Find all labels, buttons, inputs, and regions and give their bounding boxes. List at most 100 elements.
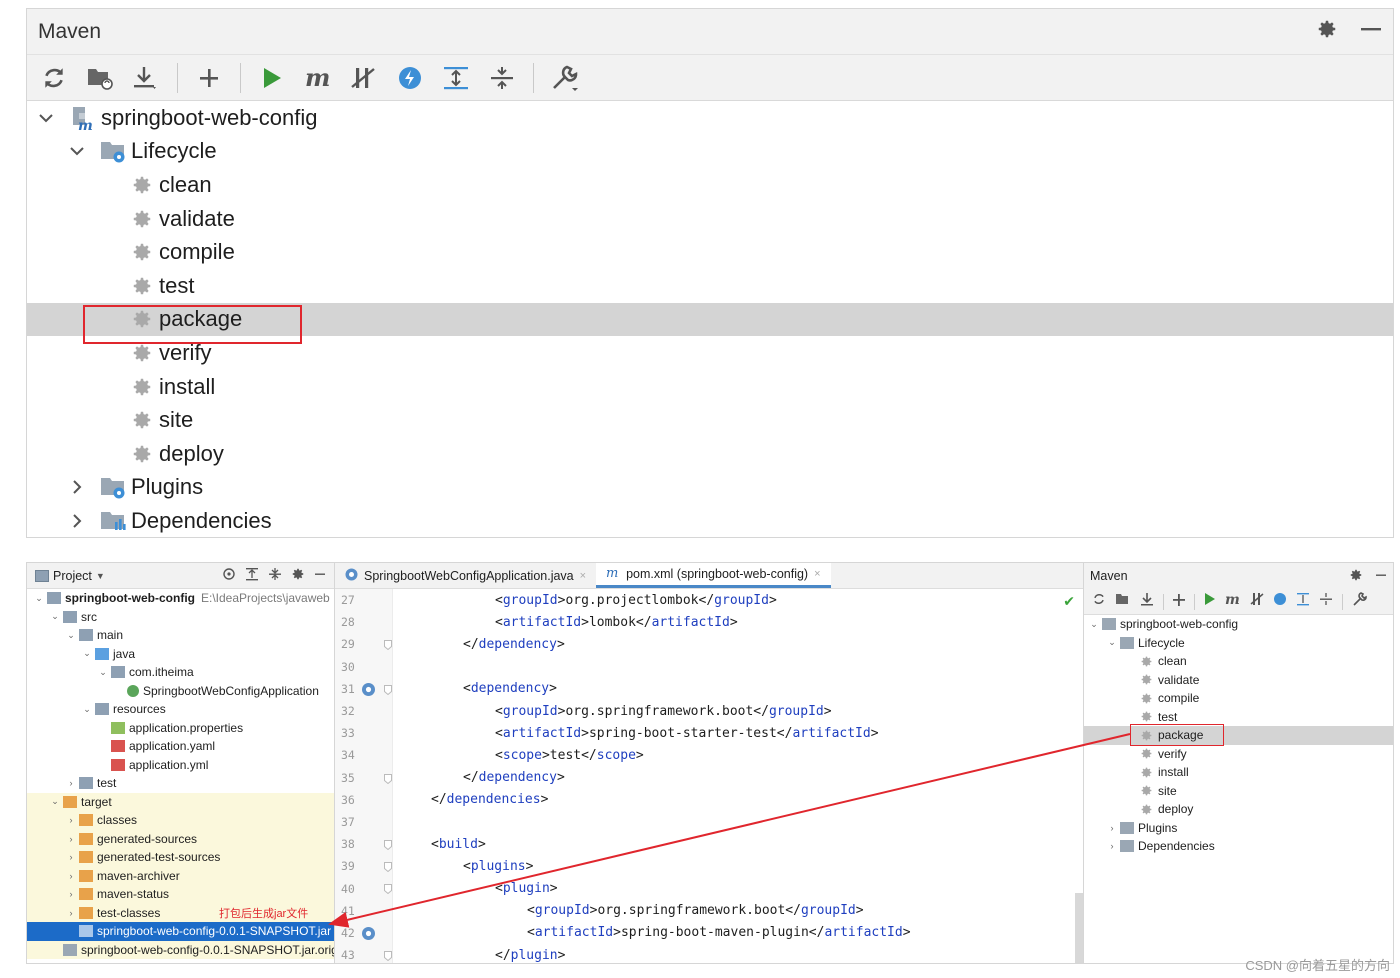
project-tree-row[interactable]: application.yml: [27, 756, 334, 775]
gutter-run-icon[interactable]: [361, 682, 376, 700]
project-tree-row[interactable]: SpringbootWebConfigApplication: [27, 682, 334, 701]
project-tree-row[interactable]: › maven-archiver: [27, 866, 334, 885]
project-tree-row[interactable]: › generated-test-sources: [27, 848, 334, 867]
chevron-down-icon[interactable]: ⌄: [1104, 637, 1120, 648]
gutter-run-icon[interactable]: [361, 926, 376, 944]
download-icon[interactable]: [131, 63, 161, 93]
project-tree-row[interactable]: ⌄ src: [27, 608, 334, 627]
chevron-down-icon[interactable]: ⌄: [63, 630, 79, 641]
run-icon[interactable]: [1204, 592, 1216, 611]
lifecycle-item-package[interactable]: package: [27, 302, 1393, 344]
project-tree-row[interactable]: ⌄ main: [27, 626, 334, 645]
chevron-right-icon[interactable]: ›: [63, 871, 79, 881]
download-icon[interactable]: [1140, 592, 1154, 611]
maven-m-icon[interactable]: m: [303, 63, 333, 93]
project-tree-row[interactable]: › maven-status: [27, 885, 334, 904]
chevron-down-icon[interactable]: ⌄: [47, 611, 63, 622]
lifecycle-item-verify[interactable]: verify: [27, 336, 1393, 370]
dependencies-row[interactable]: › Dependencies: [1084, 837, 1393, 856]
minimize-icon[interactable]: [1360, 18, 1382, 46]
lifecycle-item-test[interactable]: test: [27, 269, 1393, 303]
wrench-icon[interactable]: [550, 63, 580, 93]
collapse-all-icon[interactable]: [268, 567, 282, 584]
gear-icon[interactable]: [1349, 568, 1363, 585]
lifecycle-item-clean[interactable]: clean: [1084, 652, 1393, 671]
minimize-icon[interactable]: [314, 568, 326, 583]
lifecycle-row[interactable]: Lifecycle: [27, 135, 1393, 169]
plugins-row[interactable]: Plugins: [27, 471, 1393, 505]
fold-marker-icon[interactable]: [384, 773, 392, 787]
skip-tests-icon[interactable]: [349, 63, 379, 93]
lifecycle-item-deploy[interactable]: deploy: [1084, 800, 1393, 819]
chevron-down-icon[interactable]: ⌄: [79, 648, 95, 659]
project-root-row[interactable]: m springboot-web-config: [27, 101, 1393, 135]
fold-marker-icon[interactable]: [384, 639, 392, 653]
lifecycle-item-clean[interactable]: clean: [27, 168, 1393, 202]
close-icon[interactable]: ×: [814, 568, 820, 580]
chevron-down-icon[interactable]: ⌄: [31, 593, 47, 604]
editor-tab[interactable]: m pom.xml (springboot-web-config) ×: [596, 563, 831, 588]
expand-all-icon[interactable]: [1296, 592, 1310, 611]
locate-icon[interactable]: [222, 567, 236, 584]
chevron-right-icon[interactable]: ›: [1104, 841, 1120, 851]
fold-marker-icon[interactable]: [384, 883, 392, 897]
lifecycle-item-package[interactable]: package: [1084, 724, 1393, 746]
project-tree-row[interactable]: ⌄ com.itheima: [27, 663, 334, 682]
fold-marker-icon[interactable]: [384, 861, 392, 875]
lifecycle-item-deploy[interactable]: deploy: [27, 437, 1393, 471]
chevron-right-icon[interactable]: [68, 512, 86, 530]
generate-sources-icon[interactable]: [1115, 592, 1131, 611]
lifecycle-item-site[interactable]: site: [27, 403, 1393, 437]
chevron-right-icon[interactable]: ›: [63, 834, 79, 844]
lifecycle-item-verify[interactable]: verify: [1084, 745, 1393, 764]
close-icon[interactable]: ×: [580, 570, 586, 582]
chevron-right-icon[interactable]: ›: [63, 908, 79, 918]
lifecycle-item-validate[interactable]: validate: [1084, 671, 1393, 690]
maven-m-icon[interactable]: m: [1225, 592, 1241, 611]
offline-icon[interactable]: [395, 63, 425, 93]
project-panel-title[interactable]: Project: [53, 569, 92, 583]
chevron-right-icon[interactable]: ›: [1104, 823, 1120, 833]
fold-marker-icon[interactable]: [384, 839, 392, 853]
skip-tests-icon[interactable]: [1250, 592, 1264, 611]
lifecycle-item-compile[interactable]: compile: [1084, 689, 1393, 708]
project-tree-row[interactable]: ⌄ target: [27, 792, 334, 811]
chevron-down-icon[interactable]: ⌄: [47, 796, 63, 807]
chevron-right-icon[interactable]: [68, 478, 86, 496]
gear-icon[interactable]: [291, 567, 305, 584]
lifecycle-item-install[interactable]: install: [1084, 763, 1393, 782]
chevron-down-icon[interactable]: [37, 109, 55, 127]
chevron-down-icon[interactable]: ⌄: [95, 667, 111, 678]
plugins-row[interactable]: › Plugins: [1084, 819, 1393, 838]
project-root-row[interactable]: ⌄ springboot-web-config: [1084, 615, 1393, 634]
reload-icon[interactable]: [1092, 592, 1106, 611]
collapse-all-icon[interactable]: [1319, 592, 1333, 611]
wrench-icon[interactable]: [1352, 592, 1368, 611]
generate-sources-icon[interactable]: [85, 63, 115, 93]
project-tree-row[interactable]: ⌄ resources: [27, 700, 334, 719]
gear-icon[interactable]: [1316, 18, 1338, 46]
project-tree-row[interactable]: springboot-web-config-0.0.1-SNAPSHOT.jar: [27, 922, 334, 941]
project-tree-row[interactable]: springboot-web-config-0.0.1-SNAPSHOT.jar…: [27, 940, 334, 959]
lifecycle-item-install[interactable]: install: [27, 370, 1393, 404]
collapse-all-icon[interactable]: [487, 63, 517, 93]
expand-all-icon[interactable]: [441, 63, 471, 93]
project-tree-row[interactable]: application.properties: [27, 719, 334, 738]
lifecycle-item-validate[interactable]: validate: [27, 202, 1393, 236]
add-icon[interactable]: [194, 63, 224, 93]
project-tree-row[interactable]: › generated-sources: [27, 829, 334, 848]
fold-marker-icon[interactable]: [384, 950, 392, 963]
chevron-down-icon[interactable]: ⌄: [1086, 619, 1102, 630]
lifecycle-row[interactable]: ⌄ Lifecycle: [1084, 634, 1393, 653]
project-tree-row[interactable]: › test: [27, 774, 334, 793]
project-tree-row[interactable]: › classes: [27, 811, 334, 830]
chevron-down-icon[interactable]: ▼: [96, 571, 105, 581]
dependencies-row[interactable]: Dependencies: [27, 504, 1393, 538]
expand-all-icon[interactable]: [245, 567, 259, 584]
chevron-right-icon[interactable]: ›: [63, 815, 79, 825]
code-area[interactable]: < groupId > org.projectlombok </groupId > < art…: [393, 589, 1071, 963]
project-tree-row[interactable]: › test-classes 打包后生成jar文件: [27, 903, 334, 922]
run-icon[interactable]: [257, 63, 287, 93]
chevron-down-icon[interactable]: ⌄: [79, 704, 95, 715]
project-tree-row[interactable]: application.yaml: [27, 737, 334, 756]
